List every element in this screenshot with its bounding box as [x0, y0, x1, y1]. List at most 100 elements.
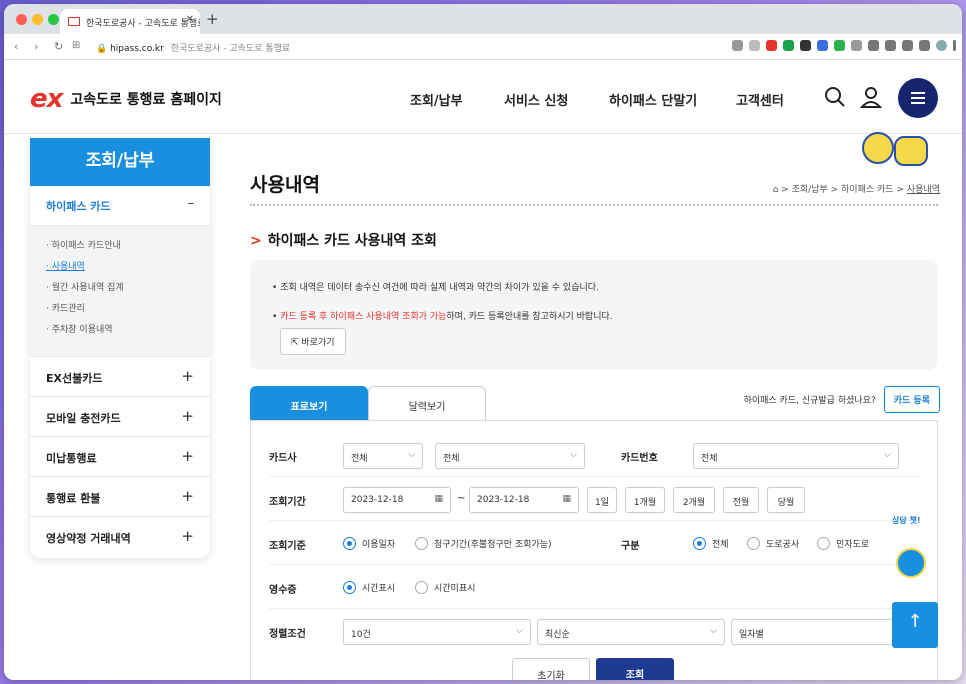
expand-icon[interactable]: + — [181, 527, 194, 545]
goto-button[interactable]: ⇱ 바로가기 — [280, 328, 346, 355]
chat-label[interactable]: 상담 챗! — [892, 515, 921, 526]
sidebar-icon[interactable] — [919, 40, 930, 51]
label-category: 구분 — [621, 541, 640, 552]
shield-icon[interactable] — [783, 40, 794, 51]
extension-icon[interactable] — [817, 40, 828, 51]
sidebar-item-card-manage[interactable]: · 카드관리 — [46, 301, 194, 322]
back-icon[interactable]: ‹ — [14, 40, 18, 53]
quick-2month-button[interactable]: 2개월 — [673, 487, 715, 513]
quick-1day-button[interactable]: 1일 — [587, 487, 617, 513]
end-date-input[interactable]: 2023-12-18 ▦ — [469, 487, 579, 513]
card-number-select[interactable]: 전체 ⌵ — [693, 443, 899, 469]
zoom-window-icon[interactable] — [48, 14, 59, 25]
extension-icon[interactable] — [834, 40, 845, 51]
nav-service-request[interactable]: 서비스 신청 — [504, 90, 568, 109]
radio-billing-period[interactable]: 청구기간(후불청구만 조회가능) — [415, 537, 552, 550]
forward-icon[interactable]: › — [34, 40, 38, 53]
sidebar-group-video[interactable]: 영상약정 거래내역 + — [30, 516, 210, 556]
radio-hide-time[interactable]: 시간미표시 — [415, 581, 475, 594]
sidebar-group-ex-prepaid[interactable]: EX선불카드 + — [30, 356, 210, 396]
share-icon[interactable] — [732, 40, 743, 51]
sidebar-title: 조회/납부 — [30, 138, 210, 186]
sidebar-item-monthly[interactable]: · 월간 사용내역 집계 — [46, 280, 194, 301]
expand-icon[interactable]: + — [181, 447, 194, 465]
site-logo[interactable]: ex 고속도로 통행료 홈페이지 — [30, 84, 222, 114]
breadcrumb-current[interactable]: 사용내역 — [907, 185, 940, 195]
new-tab-icon[interactable]: + — [206, 10, 219, 28]
radio-show-time[interactable]: 시간표시 — [343, 581, 395, 594]
quick-1month-button[interactable]: 1개월 — [625, 487, 665, 513]
arrow-up-icon: ↑ — [907, 611, 923, 632]
count-select[interactable]: 10건 ⌵ — [343, 619, 531, 645]
label-receipt: 영수증 — [269, 585, 297, 596]
search-icon[interactable] — [822, 84, 848, 110]
menu-icon[interactable] — [898, 78, 938, 118]
tab-table-view[interactable]: 표로보기 — [250, 386, 368, 420]
close-tab-icon[interactable]: ✕ — [186, 14, 194, 25]
reload-icon[interactable]: ↻ — [54, 40, 63, 53]
site-info-icon[interactable]: ⊞ — [72, 40, 80, 51]
scroll-top-button[interactable]: ↑ — [892, 602, 938, 648]
radio-use-date[interactable]: 이용일자 — [343, 537, 395, 550]
collapse-icon[interactable]: – — [188, 196, 195, 211]
download-icon[interactable] — [868, 40, 879, 51]
chevron-down-icon: ⌵ — [884, 450, 891, 460]
quick-this-month-button[interactable]: 당월 — [767, 487, 805, 513]
order-select[interactable]: 최신순 ⌵ — [537, 619, 725, 645]
notice-line-1: • 조회 내역은 데이터 송수신 여건에 따라 실제 내역과 약간의 차이가 있… — [272, 280, 916, 293]
pen-icon[interactable] — [800, 40, 811, 51]
start-date-input[interactable]: 2023-12-18 ▦ — [343, 487, 451, 513]
search-button[interactable]: 조회 — [596, 658, 674, 680]
more-icon[interactable] — [953, 40, 956, 51]
browser-tab[interactable]: 한국도로공사 - 고속도로 통행료 ✕ — [60, 9, 200, 34]
tab-calendar-view[interactable]: 달력보기 — [368, 386, 486, 420]
select-value: 일자별 — [739, 630, 764, 640]
url-field[interactable]: 🔒 hipass.co.kr 한국도로공사 - 고속도로 통행료 — [96, 41, 290, 54]
sidebar-group-mobile-card[interactable]: 모바일 충전카드 + — [30, 396, 210, 436]
radio-private-road[interactable]: 민자도로 — [817, 537, 869, 550]
radio-expressway[interactable]: 도로공사 — [747, 537, 799, 550]
quick-prev-month-button[interactable]: 전월 — [723, 487, 759, 513]
sidebar-item-usage[interactable]: · 사용내역 — [46, 259, 194, 280]
nav-inquiry-payment[interactable]: 조회/납부 — [410, 90, 463, 109]
user-icon[interactable] — [858, 84, 884, 110]
sidebar-item-parking[interactable]: · 주차장 이용내역 — [46, 322, 194, 343]
nav-customer-center[interactable]: 고객센터 — [736, 90, 784, 109]
translate-icon[interactable] — [749, 40, 760, 51]
chevron-down-icon: ⌵ — [408, 450, 415, 460]
profile-icon[interactable] — [936, 40, 947, 51]
radio-all[interactable]: 전체 — [693, 537, 729, 550]
minimize-window-icon[interactable] — [32, 14, 43, 25]
window-icon[interactable] — [885, 40, 896, 51]
notice-line-2: • 카드 등록 후 하이패스 사용내역 조회가 가능하며, 카드 등록안내를 참… — [272, 309, 916, 322]
expand-icon[interactable]: + — [181, 487, 194, 505]
card-company-select[interactable]: 전체 ⌵ — [343, 443, 423, 469]
expand-icon[interactable]: + — [181, 367, 194, 385]
radio-label: 도로공사 — [766, 540, 800, 550]
expand-icon[interactable]: + — [181, 407, 194, 425]
label-sort: 정렬조건 — [269, 629, 306, 640]
extension-icon[interactable] — [766, 40, 777, 51]
card-type-select[interactable]: 전체 ⌵ — [435, 443, 585, 469]
radio-label: 시간미표시 — [434, 584, 476, 594]
nav-hipass-device[interactable]: 하이패스 단말기 — [609, 90, 697, 109]
breadcrumb-sep: > — [830, 185, 839, 195]
sidebar-group-hipass-card[interactable]: 하이패스 카드 – — [30, 186, 210, 226]
notice-text: 하며, 카드 등록안내를 참고하시기 바랍니다. — [446, 312, 613, 322]
extension-icon[interactable] — [851, 40, 862, 51]
sidebar-item-card-guide[interactable]: · 하이패스 카드안내 — [46, 238, 194, 259]
calendar-icon[interactable]: ▦ — [434, 494, 443, 504]
sidebar-group-refund[interactable]: 통행료 환불 + — [30, 476, 210, 516]
reset-button[interactable]: 초기화 — [512, 658, 590, 680]
breadcrumb-item[interactable]: 조회/납부 — [792, 185, 828, 195]
home-icon[interactable]: ⌂ — [773, 185, 779, 195]
breadcrumb-item[interactable]: 하이패스 카드 — [841, 185, 894, 195]
calendar-icon[interactable]: ▦ — [562, 494, 571, 504]
close-window-icon[interactable] — [16, 14, 27, 25]
group-select[interactable]: 일자별 — [731, 619, 899, 645]
card-register-button[interactable]: 카드 등록 — [883, 386, 940, 413]
sidebar-group-label: 미납통행료 — [46, 452, 97, 465]
sidebar-group-unpaid[interactable]: 미납통행료 + — [30, 436, 210, 476]
row-card: 카드사 전체 ⌵ 전체 ⌵ 카드번호 전체 ⌵ — [269, 433, 921, 477]
capture-icon[interactable] — [902, 40, 913, 51]
